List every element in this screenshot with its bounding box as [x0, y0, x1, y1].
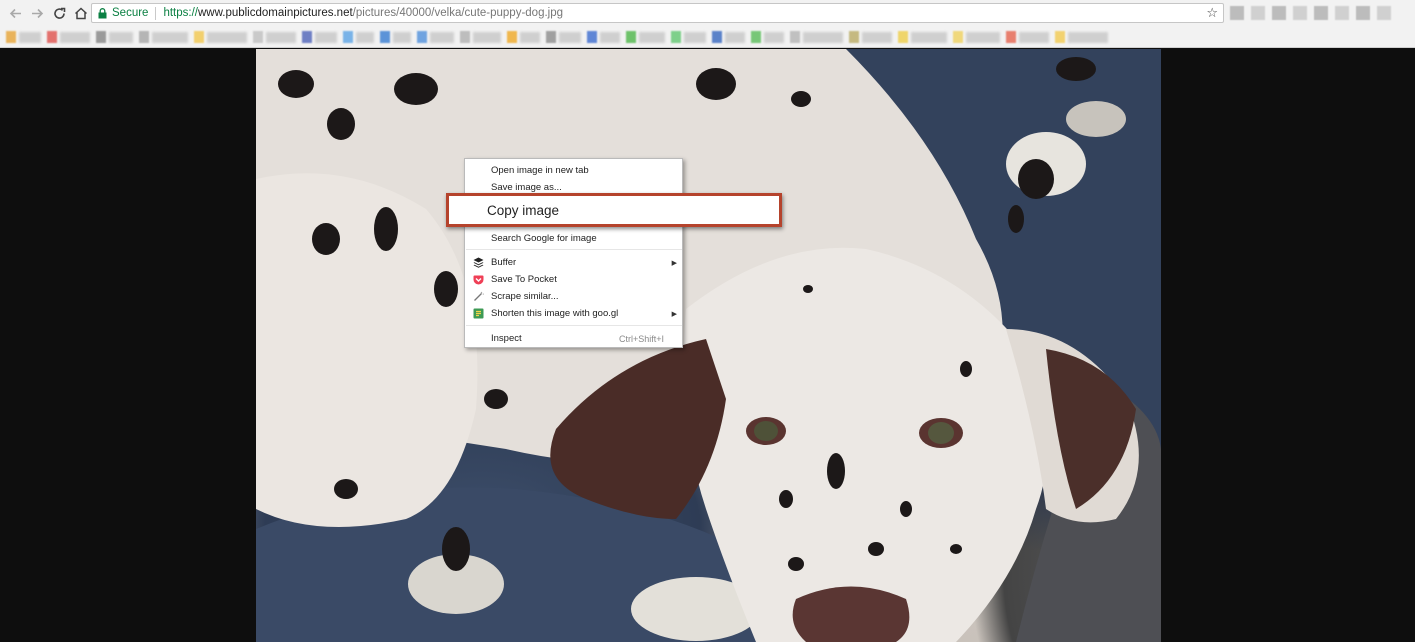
url-text: https://www.publicdomainpictures.net/pic… [163, 7, 563, 19]
secure-label: Secure [112, 7, 149, 19]
extension-icon[interactable] [1293, 6, 1307, 20]
bookmark-item[interactable] [1055, 31, 1108, 43]
bookmark-item[interactable] [194, 31, 247, 43]
puppy-photo-illustration [256, 49, 1161, 642]
menu-item-shorten-goo-gl[interactable]: Shorten this image with goo.gl ▶ [465, 305, 682, 322]
submenu-arrow-icon: ▶ [671, 259, 677, 267]
bookmark-item[interactable] [546, 31, 581, 43]
menu-item-inspect[interactable]: Inspect Ctrl+Shift+I [465, 330, 682, 347]
extension-icon[interactable] [1377, 6, 1391, 20]
extension-icon[interactable] [1230, 6, 1244, 20]
bookmark-item[interactable] [302, 31, 337, 43]
address-bar[interactable]: Secure https://www.publicdomainpictures.… [91, 3, 1224, 23]
context-menu: Open image in new tab Save image as... S… [464, 158, 683, 348]
page-viewport [0, 49, 1415, 642]
bookmark-item[interactable] [507, 31, 540, 43]
bookmark-item[interactable] [751, 31, 784, 43]
menu-separator [466, 325, 682, 326]
menu-item-label: Save image as... [491, 182, 562, 193]
shortcut-label: Ctrl+Shift+I [618, 333, 664, 344]
buffer-icon [473, 257, 484, 268]
url-scheme: https:// [163, 7, 198, 19]
menu-item-label: Shorten this image with goo.gl [491, 308, 619, 319]
menu-item-label: Buffer [491, 257, 517, 268]
extension-icon[interactable] [1272, 6, 1286, 20]
menu-item-label: Save To Pocket [491, 274, 557, 285]
extension-icon[interactable] [1335, 6, 1349, 20]
menu-item-buffer[interactable]: Buffer ▶ [465, 254, 682, 271]
lock-icon [98, 7, 107, 19]
bookmark-item[interactable] [671, 31, 706, 43]
browser-toolbar: Secure https://www.publicdomainpictures.… [0, 0, 1415, 27]
submenu-arrow-icon: ▶ [671, 310, 677, 318]
back-arrow-icon[interactable] [4, 3, 26, 25]
bookmark-item[interactable] [417, 31, 454, 43]
goo-gl-icon [473, 308, 484, 319]
bookmark-item[interactable] [253, 31, 296, 43]
menu-separator [466, 249, 682, 250]
extensions-area [1230, 6, 1391, 20]
bookmark-item[interactable] [626, 31, 665, 43]
extension-icon[interactable] [1314, 6, 1328, 20]
star-icon[interactable]: ☆ [1206, 5, 1218, 21]
bookmark-item[interactable] [953, 31, 1000, 43]
extension-icon[interactable] [1251, 6, 1265, 20]
menu-item-open-new-tab[interactable]: Open image in new tab [465, 162, 682, 179]
menu-item-label: Copy image [487, 202, 560, 218]
bookmark-item[interactable] [96, 31, 133, 43]
bookmark-item[interactable] [47, 31, 90, 43]
menu-item-label: Search Google for image [491, 233, 597, 244]
bookmark-item[interactable] [380, 31, 411, 43]
menu-item-search-google[interactable]: Search Google for image [465, 230, 682, 247]
url-path: /pictures/40000/velka/cute-puppy-dog.jpg [352, 7, 564, 19]
menu-item-scrape-similar[interactable]: Scrape similar... [465, 288, 682, 305]
bookmark-item[interactable] [460, 31, 501, 43]
menu-item-save-to-pocket[interactable]: Save To Pocket [465, 271, 682, 288]
scrape-wand-icon [473, 291, 484, 302]
menu-item-copy-image[interactable]: Copy image [446, 193, 782, 227]
bookmark-item[interactable] [790, 31, 843, 43]
bookmark-item[interactable] [139, 31, 188, 43]
url-host: www.publicdomainpictures.net [197, 7, 353, 19]
bookmark-item[interactable] [712, 31, 745, 43]
home-icon[interactable] [70, 3, 92, 25]
puppy-image[interactable] [256, 49, 1161, 642]
bookmark-item[interactable] [898, 31, 947, 43]
bookmark-item[interactable] [1006, 31, 1049, 43]
omnibox-separator [155, 6, 157, 20]
bookmark-item[interactable] [587, 31, 620, 43]
forward-arrow-icon[interactable] [26, 3, 48, 25]
menu-item-label: Scrape similar... [491, 291, 559, 302]
menu-item-label: Inspect [491, 333, 522, 344]
bookmark-item[interactable] [849, 31, 892, 43]
menu-item-label: Open image in new tab [491, 165, 589, 176]
bookmarks-bar [0, 27, 1415, 48]
bookmark-item[interactable] [343, 31, 374, 43]
pocket-icon [473, 274, 484, 285]
extension-icon[interactable] [1356, 6, 1370, 20]
reload-icon[interactable] [48, 3, 70, 25]
bookmark-item[interactable] [6, 31, 41, 43]
